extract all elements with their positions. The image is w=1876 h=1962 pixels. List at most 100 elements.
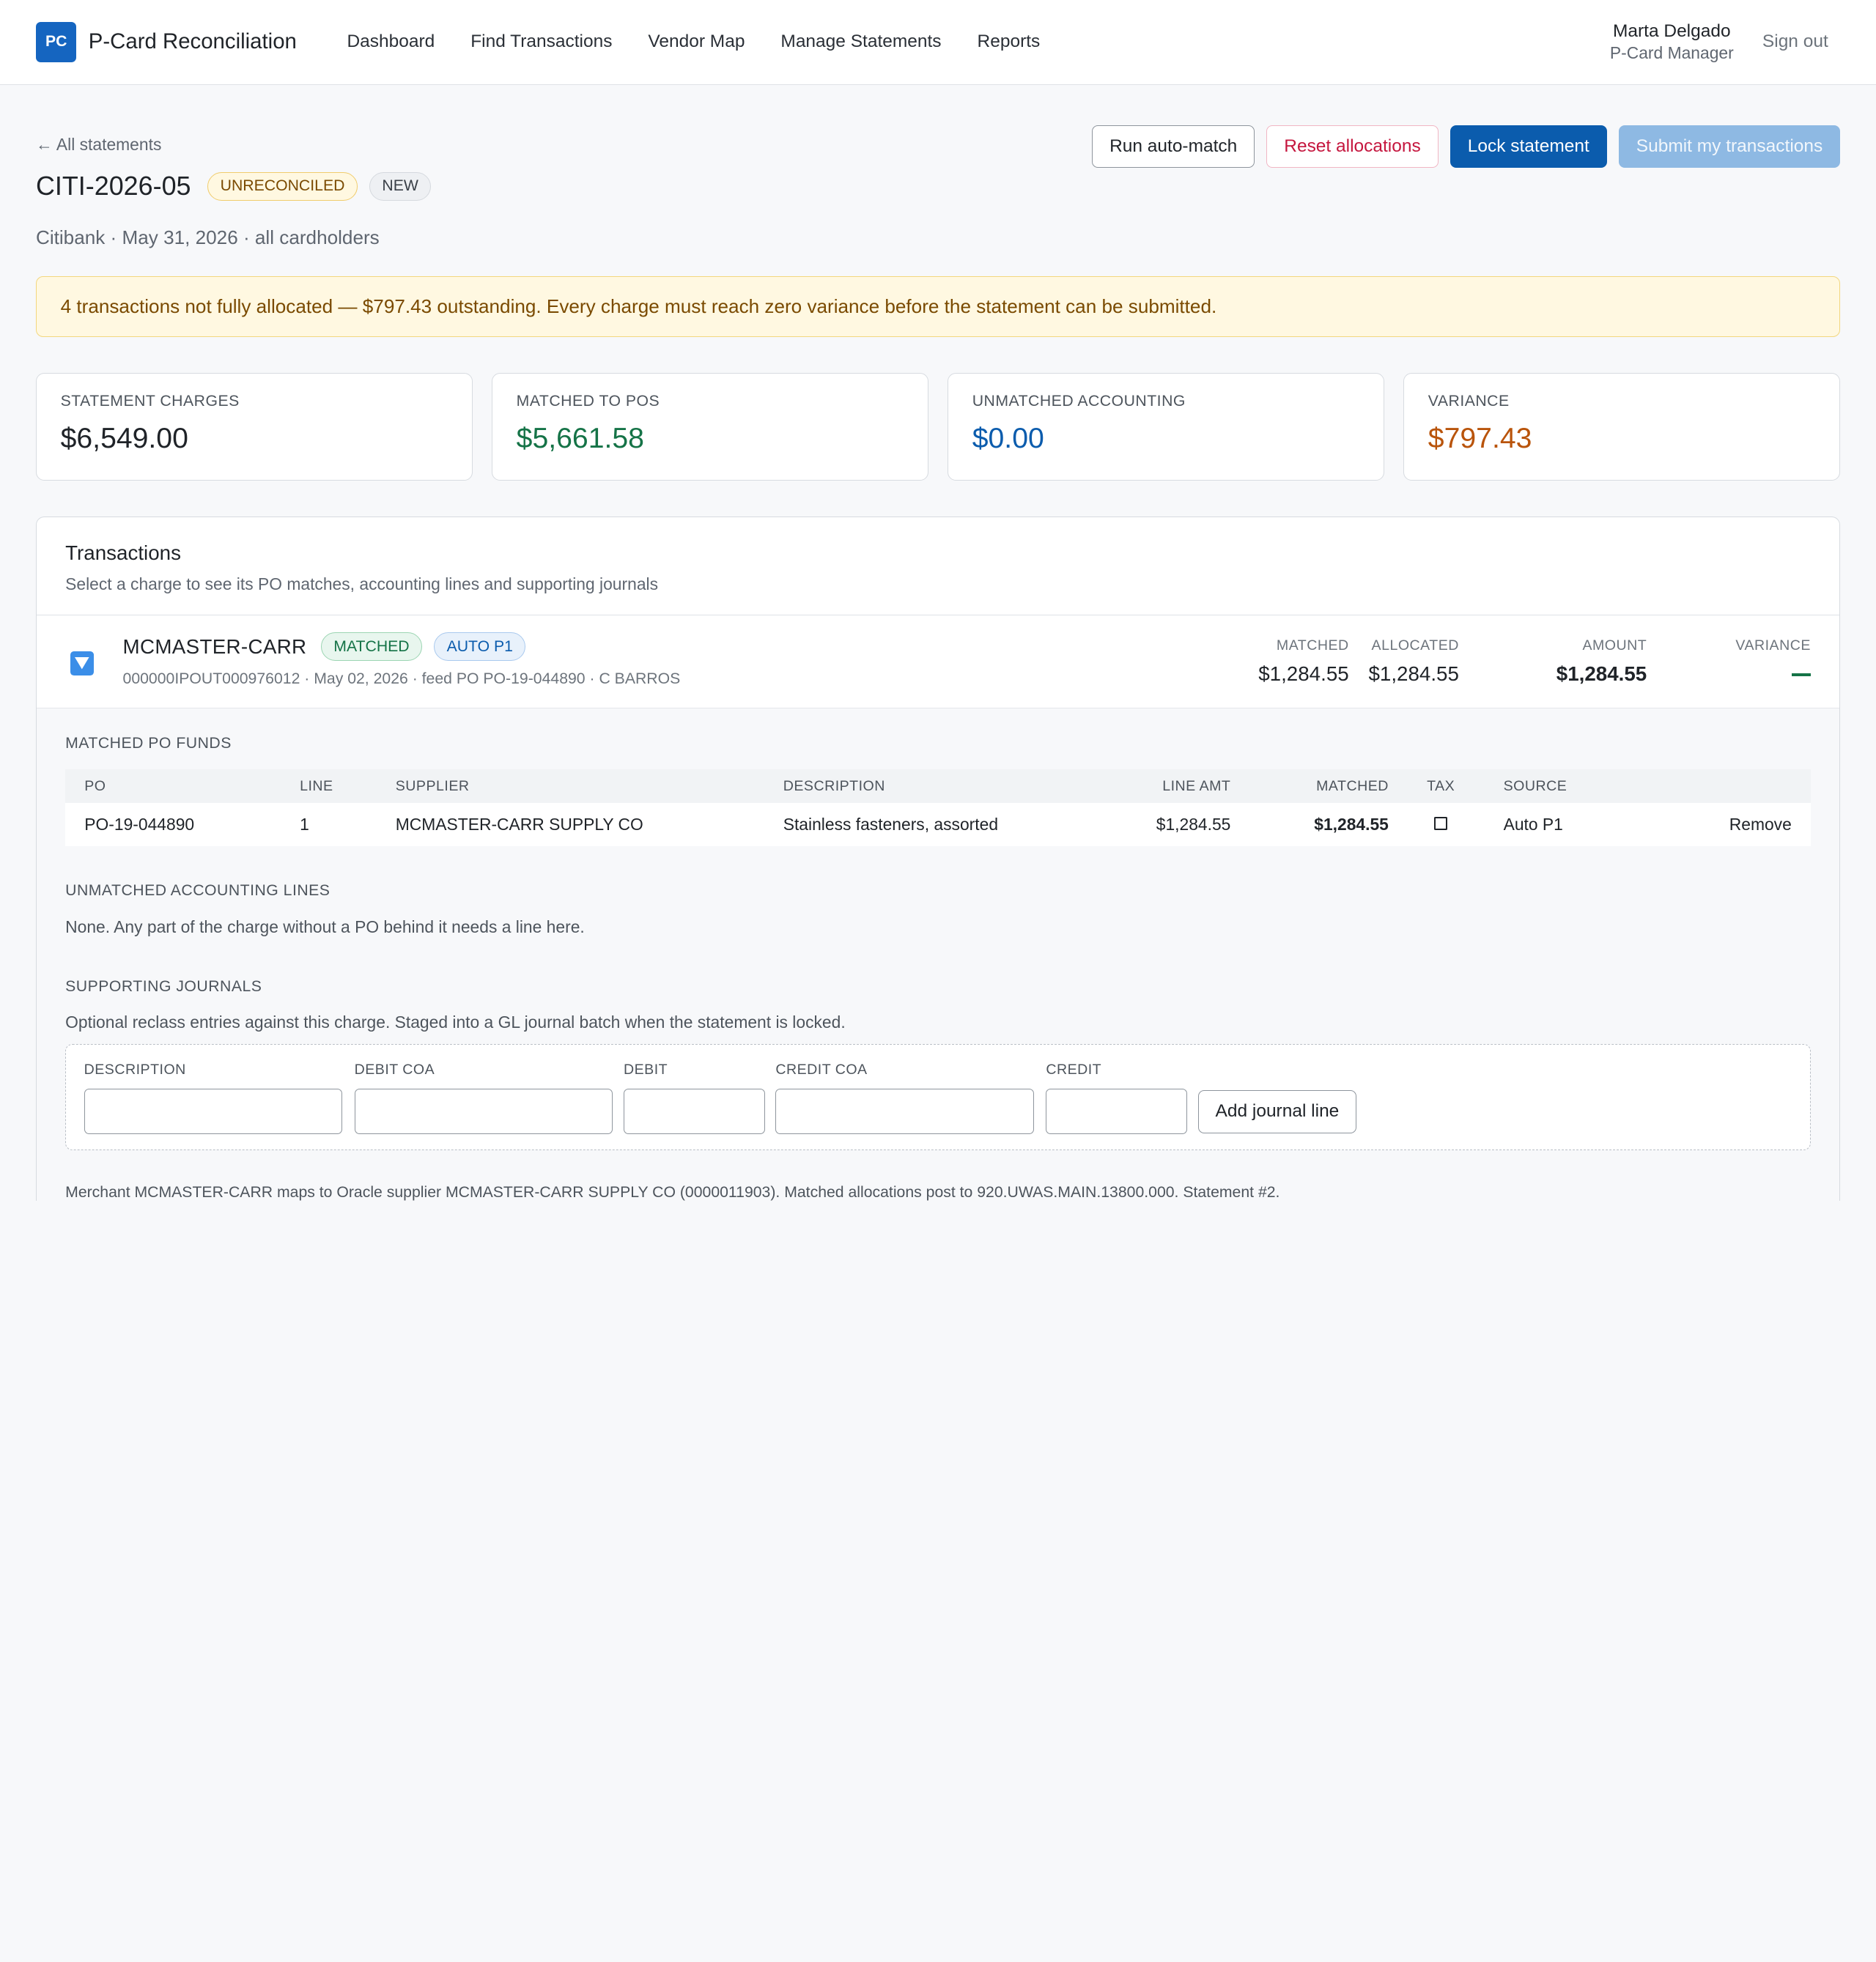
page-title: CITI-2026-05 — [35, 171, 191, 201]
nav-find-transactions[interactable]: Find Transactions — [470, 32, 612, 52]
user-block: Marta Delgado P-Card Manager — [1610, 21, 1734, 64]
allocated-label: ALLOCATED — [1371, 637, 1459, 654]
summary-label: STATEMENT CHARGES — [60, 393, 240, 410]
journal-credit-coa-field: CREDIT COA — [775, 1062, 1034, 1135]
col-supplier: SUPPLIER — [376, 769, 764, 803]
matched-label: MATCHED — [1276, 637, 1349, 654]
summary-card-matched-to-pos: MATCHED TO POS $5,661.58 — [492, 373, 928, 481]
summary-card-statement-charges: STATEMENT CHARGES $6,549.00 — [35, 373, 473, 481]
allocated-value: $1,284.55 — [1368, 662, 1459, 685]
back-to-statements-link[interactable]: ← All statements — [36, 135, 161, 155]
remove-match-link[interactable]: Remove — [1616, 802, 1811, 846]
supporting-journals-text: Optional reclass entries against this ch… — [65, 1012, 846, 1032]
transactions-panel: Transactions Select a charge to see its … — [35, 517, 1841, 1202]
matched-column: MATCHED $1,284.55 — [1258, 637, 1348, 686]
nav-vendor-map[interactable]: Vendor Map — [648, 32, 745, 52]
new-badge: NEW — [369, 171, 432, 201]
table-row: PO-19-044890 1 MCMASTER-CARR SUPPLY CO S… — [65, 802, 1811, 846]
po-line: 1 — [281, 802, 377, 846]
journal-credit-field: CREDIT — [1046, 1062, 1187, 1135]
po-source: Auto P1 — [1484, 802, 1617, 846]
merchant-name: MCMASTER-CARR — [122, 634, 307, 658]
user-name: Marta Delgado — [1613, 21, 1731, 41]
summary-value: $5,661.58 — [516, 422, 644, 454]
expand-toggle-icon[interactable] — [70, 651, 95, 675]
auto-match-badge: AUTO P1 — [434, 632, 526, 662]
amount-value: $1,284.55 — [1556, 662, 1647, 685]
allocated-column: ALLOCATED $1,284.55 — [1368, 637, 1458, 686]
journal-description-label: DESCRIPTION — [84, 1061, 186, 1078]
col-line-amt: LINE AMT — [1087, 769, 1250, 803]
summary-label: UNMATCHED ACCOUNTING — [972, 393, 1186, 410]
journal-description-field: DESCRIPTION — [84, 1062, 343, 1135]
transaction-detail: MATCHED PO FUNDS PO LINE SUPPLIER DESCRI… — [36, 708, 1840, 1202]
status-badge: UNRECONCILED — [207, 171, 358, 201]
tax-cell — [1408, 802, 1485, 846]
lock-statement-button[interactable]: Lock statement — [1450, 125, 1607, 168]
summary-label: VARIANCE — [1428, 393, 1510, 410]
add-journal-line-button[interactable]: Add journal line — [1197, 1089, 1357, 1133]
top-nav: PC P-Card Reconciliation Dashboard Find … — [0, 0, 1876, 85]
col-line: LINE — [281, 769, 377, 803]
po-line-amount: $1,284.55 — [1087, 802, 1250, 846]
col-po: PO — [65, 769, 281, 803]
amount-column: AMOUNT $1,284.55 — [1556, 637, 1647, 686]
run-auto-match-button[interactable]: Run auto-match — [1092, 125, 1255, 168]
transaction-row[interactable]: MCMASTER-CARR MATCHED AUTO P1 000000IPOU… — [36, 615, 1840, 709]
po-matched-amount: $1,284.55 — [1249, 802, 1408, 846]
col-matched: MATCHED — [1249, 769, 1408, 803]
nav-manage-statements[interactable]: Manage Statements — [780, 32, 941, 52]
app-logo: PC — [35, 21, 77, 63]
amount-label: AMOUNT — [1582, 637, 1647, 654]
journal-description-input[interactable] — [84, 1089, 343, 1135]
supporting-journals-heading: SUPPORTING JOURNALS — [65, 977, 262, 995]
journal-credit-input[interactable] — [1046, 1089, 1187, 1135]
transaction-title-row: MCMASTER-CARR MATCHED AUTO P1 — [122, 632, 526, 662]
user-role: P-Card Manager — [1609, 43, 1734, 63]
submit-transactions-button[interactable]: Submit my transactions — [1618, 125, 1841, 168]
sign-out-link[interactable]: Sign out — [1762, 32, 1828, 52]
zero-variance-dash — [1791, 673, 1811, 676]
journal-entry-form: DESCRIPTION DEBIT COA DEBIT CREDIT COA C… — [65, 1043, 1811, 1151]
journal-debit-input[interactable] — [623, 1089, 765, 1135]
po-number: PO-19-044890 — [65, 802, 281, 846]
transactions-subtitle: Select a charge to see its PO matches, a… — [65, 574, 659, 593]
matched-badge: MATCHED — [320, 632, 422, 662]
statement-header: ← All statements CITI-2026-05 UNRECONCIL… — [0, 85, 1876, 276]
journal-debit-coa-input[interactable] — [354, 1089, 613, 1135]
col-description: DESCRIPTION — [764, 769, 1087, 803]
nav-reports[interactable]: Reports — [978, 32, 1041, 52]
summary-value: $6,549.00 — [60, 422, 188, 454]
transactions-title: Transactions — [65, 541, 181, 564]
po-funds-heading: MATCHED PO FUNDS — [65, 735, 232, 752]
journal-debit-coa-label: DEBIT COA — [354, 1061, 435, 1078]
col-source: SOURCE — [1484, 769, 1617, 803]
po-table-header: PO LINE SUPPLIER DESCRIPTION LINE AMT MA… — [65, 769, 1811, 803]
variance-column: VARIANCE — [1735, 637, 1811, 677]
col-actions — [1616, 769, 1811, 803]
po-description: Stainless fasteners, assorted — [764, 802, 1087, 846]
journal-debit-label: DEBIT — [623, 1061, 668, 1078]
nav-dashboard[interactable]: Dashboard — [347, 32, 435, 52]
unmatched-lines-heading: UNMATCHED ACCOUNTING LINES — [65, 881, 330, 899]
summary-card-variance: VARIANCE $797.43 — [1403, 373, 1841, 481]
allocation-alert: 4 transactions not fully allocated — $79… — [35, 276, 1841, 338]
summary-cards: STATEMENT CHARGES $6,549.00 MATCHED TO P… — [35, 373, 1841, 481]
journal-debit-coa-field: DEBIT COA — [354, 1061, 613, 1135]
journal-credit-label: CREDIT — [1046, 1061, 1102, 1078]
triangle-down-icon — [75, 657, 89, 670]
tax-checkbox[interactable] — [1433, 816, 1447, 830]
journal-debit-field: DEBIT — [623, 1061, 765, 1135]
summary-value: $797.43 — [1428, 422, 1532, 454]
page: PC P-Card Reconciliation Dashboard Find … — [0, 0, 1876, 1202]
journal-credit-coa-input[interactable] — [775, 1089, 1034, 1135]
matched-value: $1,284.55 — [1258, 662, 1349, 685]
summary-card-unmatched-accounting: UNMATCHED ACCOUNTING $0.00 — [948, 373, 1385, 481]
po-supplier: MCMASTER-CARR SUPPLY CO — [376, 802, 764, 846]
summary-value: $0.00 — [972, 422, 1044, 454]
merchant-mapping-note: Merchant MCMASTER-CARR maps to Oracle su… — [65, 1183, 1280, 1201]
transaction-meta: 000000IPOUT000976012 · May 02, 2026 · fe… — [122, 670, 681, 688]
title-row: CITI-2026-05 UNRECONCILED NEW — [35, 171, 432, 201]
nav-links: Dashboard Find Transactions Vendor Map M… — [347, 32, 1040, 52]
reset-allocations-button[interactable]: Reset allocations — [1266, 125, 1439, 168]
